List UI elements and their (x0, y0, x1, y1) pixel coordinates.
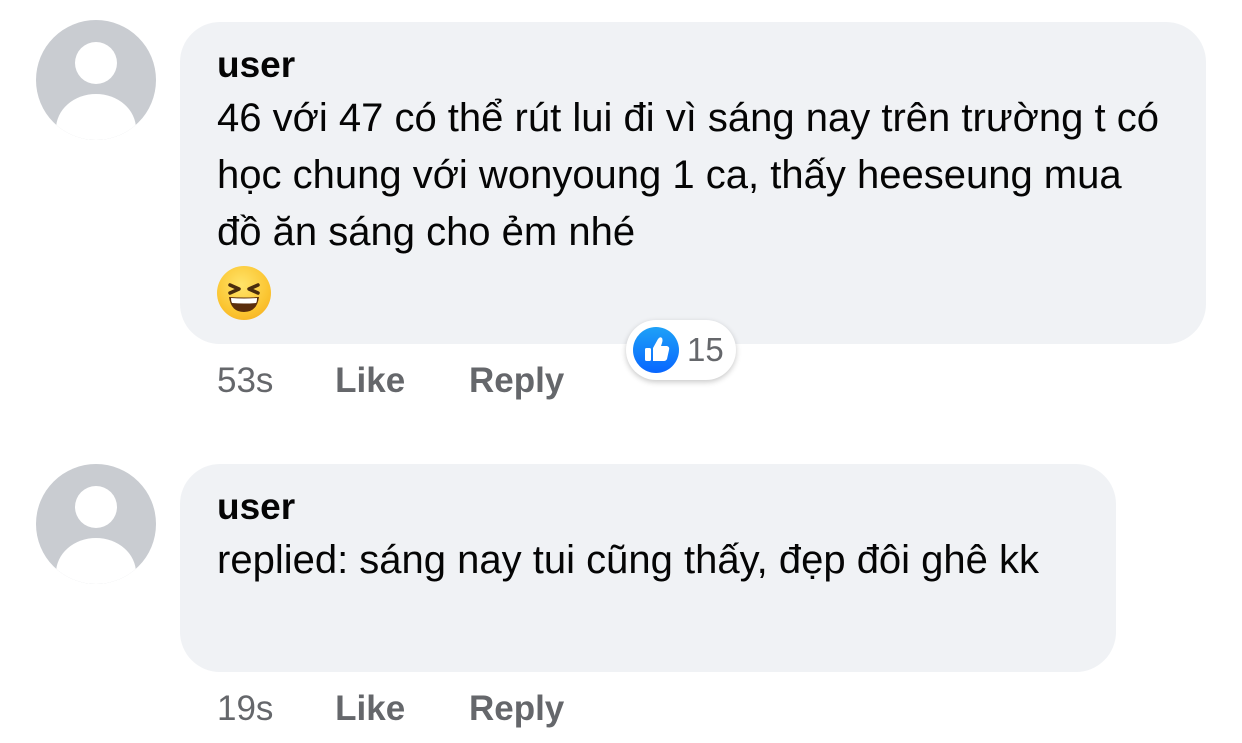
avatar[interactable] (36, 464, 156, 584)
comment-bubble: user replied: sáng nay tui cũng thấy, đẹ… (180, 464, 1116, 672)
comment: user 46 với 47 có thể rút lui đi vì sáng… (0, 0, 1242, 420)
reaction-count: 15 (687, 331, 724, 368)
avatar[interactable] (36, 20, 156, 140)
comment-bubble: user 46 với 47 có thể rút lui đi vì sáng… (180, 22, 1206, 344)
reply-button[interactable]: Reply (469, 689, 564, 729)
like-button[interactable]: Like (335, 361, 405, 401)
avatar-head-shape (75, 42, 117, 84)
comment-timestamp[interactable]: 19s (217, 689, 273, 729)
grinning-squinting-face-icon (217, 266, 271, 321)
reply-button[interactable]: Reply (469, 361, 564, 401)
comment-text: replied: sáng nay tui cũng thấy, đẹp đôi… (217, 538, 1040, 582)
comment-author[interactable]: user (217, 486, 1080, 528)
comment-author[interactable]: user (217, 44, 1170, 86)
like-reaction-icon (633, 327, 679, 373)
avatar-body-shape (56, 538, 136, 584)
comment-actions: 53s Like Reply (217, 361, 564, 401)
comment-actions: 19s Like Reply (217, 689, 564, 729)
comment: user replied: sáng nay tui cũng thấy, đẹ… (0, 440, 1242, 743)
comment-text-content: 46 với 47 có thể rút lui đi vì sáng nay … (217, 96, 1159, 254)
avatar-body-shape (56, 94, 136, 140)
reaction-summary[interactable]: 15 (626, 320, 736, 380)
avatar-head-shape (75, 486, 117, 528)
comment-text: 46 với 47 có thể rút lui đi vì sáng nay … (217, 90, 1170, 321)
comment-timestamp[interactable]: 53s (217, 361, 273, 401)
like-button[interactable]: Like (335, 689, 405, 729)
